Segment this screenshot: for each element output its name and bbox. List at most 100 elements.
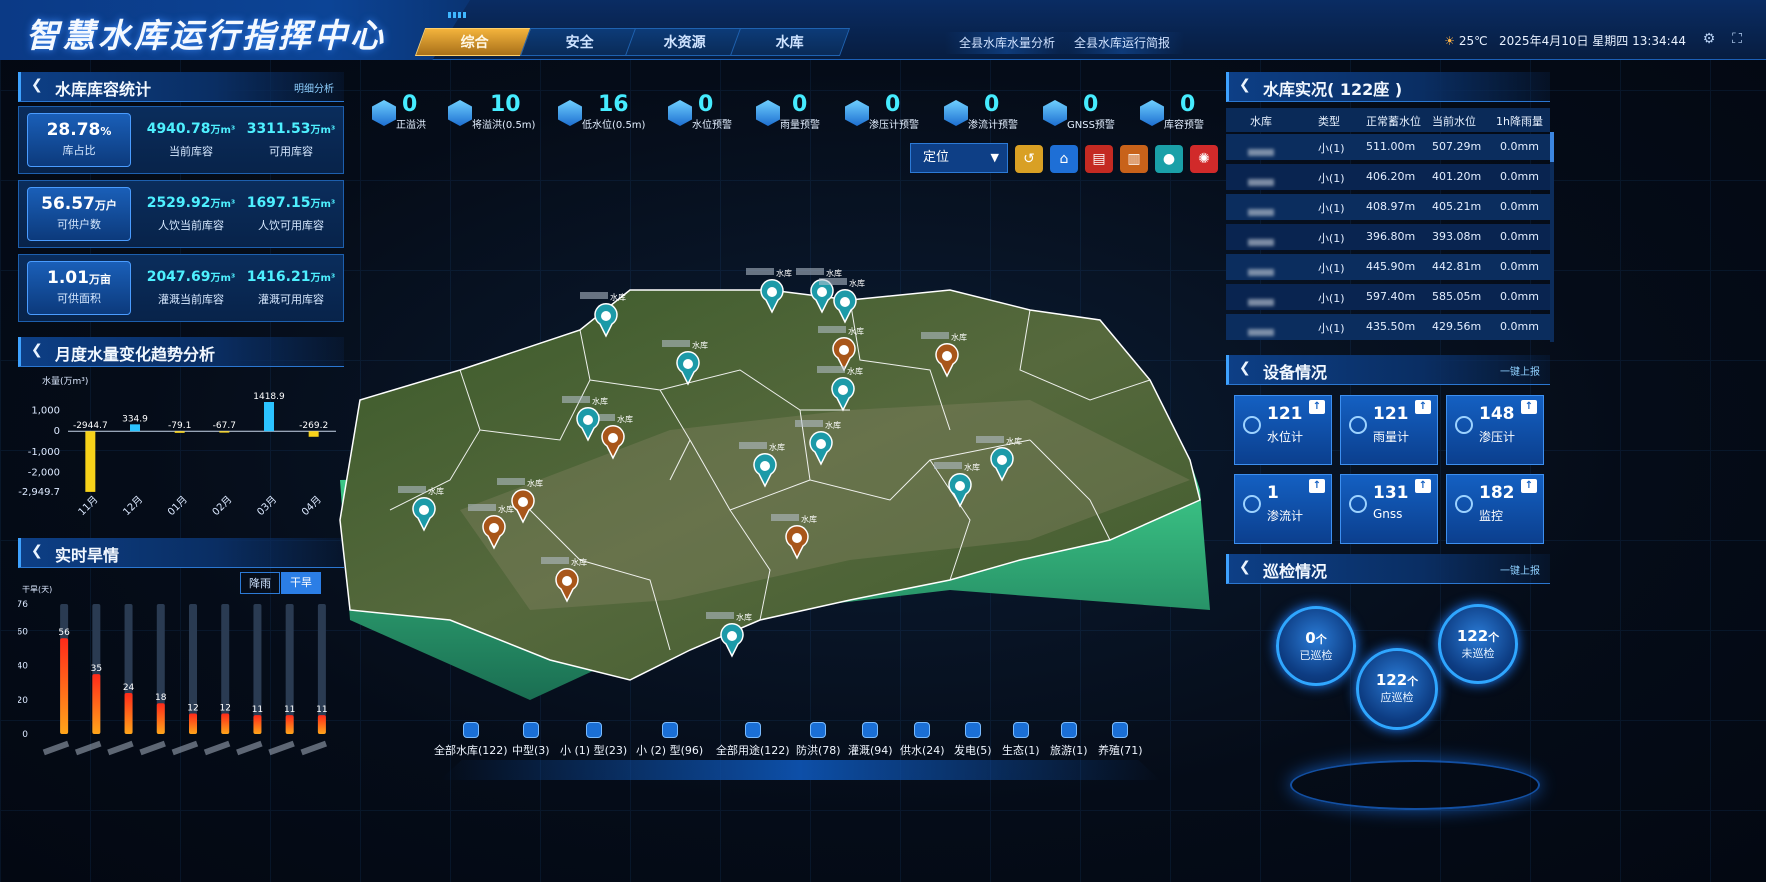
x-tick-label: 01月 [165,494,190,519]
alarm-seepage[interactable]: 0 渗流计预警 [944,92,1044,132]
inspection-done[interactable]: 0个 已巡检 [1276,606,1356,686]
arrow-up-icon[interactable]: ↑ [1415,400,1431,414]
table-row[interactable]: 小(1) 435.50m 429.56m 0.0mm [1226,314,1550,340]
inspection-should-unit: 个 [1407,675,1419,688]
legend-item[interactable]: 供水(24) [900,722,945,758]
stat-main: 1.01万亩 可供面积 [27,261,131,315]
tab-safety[interactable]: 安全 [519,28,641,56]
table-row[interactable]: 小(1) 408.97m 405.21m 0.0mm [1226,194,1550,220]
device-water-level[interactable]: 121 水位计 ↑ [1234,395,1332,465]
device-count: 1 [1267,483,1279,503]
alarm-low-level[interactable]: 16 低水位(0.5m) [558,92,658,132]
dam-icon[interactable]: ▥ [1120,145,1148,173]
legend-label: 小 (2) 型(96) [636,744,704,757]
alarm-water-level[interactable]: 0 水位预警 [668,92,768,132]
alarm-gnss[interactable]: 0 GNSS预警 [1043,92,1143,132]
table-row[interactable]: 小(1) 597.40m 585.05m 0.0mm [1226,284,1550,310]
legend-item[interactable]: 生态(1) [1002,722,1040,758]
arrow-up-icon[interactable]: ↑ [1521,479,1537,493]
table-row[interactable]: 小(1) 511.00m 507.29m 0.0mm [1226,134,1550,160]
legend-item[interactable]: 全部水库(122) [434,722,508,758]
inspection-todo-label: 未巡检 [1461,647,1495,660]
fullscreen-icon[interactable]: ⛶ [1728,30,1746,48]
data-label: 12 [219,703,230,713]
device-piezometer[interactable]: 148 渗压计 ↑ [1446,395,1544,465]
data-label: -269.2 [299,421,328,431]
device-gnss[interactable]: 131 Gnss ↑ [1340,474,1438,544]
alarm-rainfall[interactable]: 0 雨量预警 [756,92,856,132]
settings-icon[interactable]: ⚙ [1700,30,1718,48]
data-label: 24 [123,683,135,693]
alarm-near-spill[interactable]: 10 将溢洪(0.5m) [448,92,548,132]
stat-value: 1416.21 [246,269,311,285]
capacity-detail-link[interactable]: 明细分析 [294,80,334,95]
map-pin-dot [817,287,827,297]
legend-item[interactable]: 旅游(1) [1050,722,1088,758]
device-count: 182 [1479,483,1515,503]
table-scrollbar-thumb[interactable] [1550,132,1554,162]
cell-current-level: 405.21m [1432,200,1482,213]
table-row[interactable]: 小(1) 406.20m 401.20m 0.0mm [1226,164,1550,190]
legend-item[interactable]: 养殖(71) [1098,722,1143,758]
stat-label: 人饮可用库容 [258,219,324,232]
chart-bar [174,431,185,433]
county-map[interactable]: 水库水库 水库水库水库水库水库水库水库水库水库水库水库水库水库水库水库水库水库水库 [330,180,1230,710]
inspection-todo[interactable]: 122个 未巡检 [1438,604,1518,684]
legend-item[interactable]: 全部用途(122) [716,722,790,758]
legend-item[interactable]: 发电(5) [954,722,992,758]
chart-bar [92,674,101,734]
redacted-name [1248,209,1274,216]
device-rain-gauge[interactable]: 121 雨量计 ↑ [1340,395,1438,465]
tab-reservoir[interactable]: 水库 [729,28,851,56]
arrow-up-icon[interactable]: ↑ [1309,400,1325,414]
chart-bar [219,431,230,433]
device-seepage[interactable]: 1 渗流计 ↑ [1234,474,1332,544]
stat-main: 28.78% 库占比 [27,113,131,167]
device-camera[interactable]: 182 监控 ↑ [1446,474,1544,544]
table-row[interactable]: 小(1) 445.90m 442.81m 0.0mm [1226,254,1550,280]
link-water-analysis[interactable]: 全县水库水量分析 [945,32,1070,54]
stat-main-value: 56.57 [41,194,95,214]
chevron-left-icon: ❮ [31,342,43,358]
legend-item[interactable]: 小 (1) 型(23) [560,722,627,758]
inspection-done-label: 已巡检 [1299,649,1333,662]
water-drop-icon[interactable]: ● [1155,145,1183,173]
alarm-value: 0 [792,92,808,117]
reset-icon[interactable]: ↺ [1015,145,1043,173]
cell-type: 小(1) [1318,292,1345,305]
inspection-should[interactable]: 122个 应巡检 [1356,648,1438,730]
alarm-label: 水位预警 [692,120,732,131]
link-operation-report[interactable]: 全县水库运行简报 [1060,32,1185,54]
redacted-name [818,326,846,333]
arrow-up-icon[interactable]: ↑ [1415,479,1431,493]
table-row[interactable]: 小(1) 396.80m 393.08m 0.0mm [1226,224,1550,250]
tab-overview[interactable]: 综合 [414,28,536,56]
chart-bar [189,713,197,734]
report-icon[interactable]: ▤ [1085,145,1113,173]
alarm-capacity[interactable]: 0 库容预警 [1140,92,1240,132]
redacted-category [236,740,263,756]
devices-report-link[interactable]: 一键上报 [1500,363,1540,378]
locate-select[interactable]: 定位 ▼ [910,143,1008,173]
chart-bar [317,715,326,734]
marker-label: 水库 [498,504,514,514]
arrow-up-icon[interactable]: ↑ [1309,479,1325,493]
home-icon[interactable]: ⌂ [1050,145,1078,173]
legend-item[interactable]: 中型(3) [512,722,550,758]
tab-water-resources[interactable]: 水资源 [624,28,746,56]
inspection-report-link[interactable]: 一键上报 [1500,562,1540,577]
table-scrollbar[interactable] [1550,132,1554,342]
legend-item[interactable]: 防洪(78) [796,722,841,758]
marker-label: 水库 [964,462,980,472]
alarm-piezometer[interactable]: 0 渗压计预警 [845,92,945,132]
marker-label: 水库 [825,420,841,430]
x-tick-label: 03月 [255,494,280,519]
data-label: 11 [252,705,263,715]
alarm-label: 渗压计预警 [869,120,919,131]
capacity-card-households: 56.57万户 可供户数 2529.92万m³ 人饮当前库容 1697.15万m… [18,180,344,248]
stat-col: 1416.21万m³ 灌溉可用库容 [241,269,341,307]
legend-item[interactable]: 灌溉(94) [848,722,893,758]
alarm-light-icon[interactable]: ✺ [1190,145,1218,173]
arrow-up-icon[interactable]: ↑ [1521,400,1537,414]
legend-item[interactable]: 小 (2) 型(96) [636,722,703,758]
